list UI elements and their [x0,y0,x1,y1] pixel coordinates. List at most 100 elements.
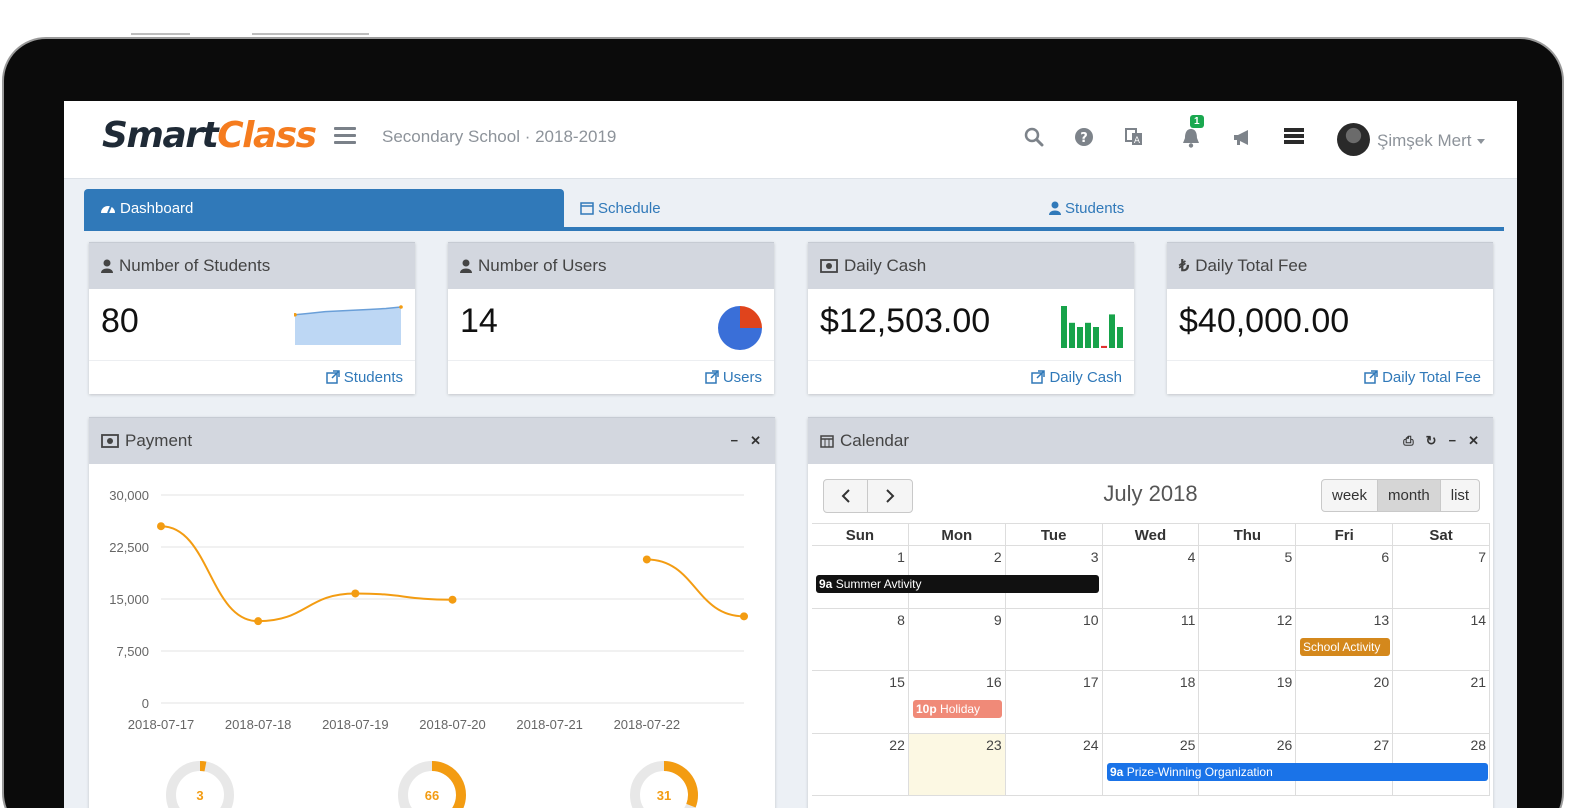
card-header: Daily Cash [808,242,1134,289]
day-cell[interactable]: 19 [1199,671,1297,733]
x-tick-label: 2018-07-22 [614,717,681,732]
weekday-label: Wed [1103,524,1200,545]
calendar-week: 8 9 10 11 12 13 14 School Activity [812,608,1491,671]
calendar-event[interactable]: School Activity [1300,637,1390,656]
view-list-button[interactable]: list [1441,480,1479,511]
server-list-icon[interactable] [1284,127,1306,149]
panel-header: Calendar [808,417,1493,464]
payment-panel: Payment − ✕ 0 7,500 15,000 22,500 30,000 2018… [89,417,775,808]
stat-card-daily-total-fee: ₺ Daily Total Fee $40,000.00 Daily Total… [1167,242,1493,394]
refresh-icon[interactable]: ↻ [1426,433,1437,449]
sparkline-point [399,305,403,309]
top-navbar: SmartClass Secondary School · 2018-2019 … [64,101,1517,179]
calendar-event[interactable]: 9a Prize-Winning Organization [1107,762,1488,781]
weekday-label: Mon [909,524,1006,545]
user-name: Şimşek Mert [1377,131,1472,150]
day-cell[interactable]: 12 [1199,608,1297,670]
user-menu[interactable]: Şimşek Mert [1377,131,1486,151]
user-icon [101,259,113,273]
calendar-event[interactable]: 9a Summer Avtivity [816,575,1099,593]
card-footer-link[interactable]: Students [89,360,415,394]
translate-icon[interactable]: A [1124,127,1146,149]
notification-count-badge: 1 [1190,115,1204,128]
view-week-button[interactable]: week [1322,480,1379,511]
calendar-month-grid: Sun Mon Tue Wed Thu Fri Sat 1 2 3 4 5 6 … [812,523,1491,796]
day-cell[interactable]: 20 [1296,671,1394,733]
day-cell[interactable]: 5 [1199,546,1297,608]
app-logo[interactable]: SmartClass [102,115,317,156]
card-footer-link[interactable]: Users [448,360,774,394]
day-cell[interactable]: 17 [1006,671,1103,733]
announcements-megaphone-icon[interactable] [1232,127,1254,149]
day-cell[interactable]: 8 [812,608,909,670]
day-cell[interactable]: 6 [1296,546,1394,608]
day-cell[interactable]: 18 [1103,671,1200,733]
panel-title: Payment [125,431,193,450]
close-icon[interactable]: ✕ [750,433,761,449]
card-title: Daily Total Fee [1195,256,1308,275]
card-footer-link[interactable]: Daily Total Fee [1167,360,1493,394]
day-cell[interactable]: 21 [1393,671,1491,733]
y-tick-label: 7,500 [116,644,149,659]
panel-header: Payment [89,417,775,464]
link-label: Daily Total Fee [1382,369,1481,386]
logo-part2: Class [217,115,317,156]
tab-schedule[interactable]: Schedule [580,189,880,227]
notifications-bell-icon[interactable] [1181,127,1203,149]
user-avatar[interactable] [1337,123,1370,156]
payment-line-chart: 0 7,500 15,000 22,500 30,000 2018-07-17 2018-0… [109,488,748,732]
minimize-icon[interactable]: − [1449,433,1457,449]
view-month-button[interactable]: month [1378,480,1441,511]
dashboard-gauge-icon [101,205,115,214]
day-cell[interactable]: 24 [1006,733,1103,795]
card-footer-link[interactable]: Daily Cash [808,360,1134,394]
weekday-label: Sun [812,524,909,545]
day-cell[interactable]: 22 [812,733,909,795]
school-year-label: Secondary School · 2018-2019 [382,127,617,146]
day-cell[interactable]: 11 [1103,608,1200,670]
close-icon[interactable]: ✕ [1468,433,1479,449]
tab-label: Students [1065,200,1125,217]
panel-title: Calendar [840,431,909,450]
print-icon[interactable]: ⎙ [1403,433,1413,449]
day-cell[interactable]: 10 [1006,608,1103,670]
svg-text:?: ? [1080,131,1088,146]
stat-value: $40,000.00 [1179,302,1350,340]
external-link-icon [704,370,719,384]
menu-toggle-icon[interactable] [334,127,356,145]
daily-cash-bar-chart [1061,306,1123,348]
help-icon[interactable]: ? [1074,127,1096,149]
weekday-header: Sun Mon Tue Wed Thu Fri Sat [812,523,1491,546]
minimize-icon[interactable]: − [731,433,739,449]
payment-donut-charts: 3 66 31 [166,761,698,808]
calendar-event[interactable]: 10p Holiday [913,700,1002,718]
donut-value: 3 [196,788,203,803]
day-cell[interactable]: 14 [1393,608,1491,670]
weekday-label: Tue [1006,524,1103,545]
y-tick-label: 22,500 [109,540,149,555]
y-tick-label: 30,000 [109,488,149,503]
calendar-week: 1 2 3 4 5 6 7 9a Summer Avtivity [812,546,1491,609]
day-cell[interactable]: 15 [812,671,909,733]
x-tick-label: 2018-07-20 [419,717,486,732]
main-tabs: Dashboard Schedule Students [84,189,1504,231]
card-header: Number of Users [448,242,774,289]
external-link-icon [325,370,340,384]
cash-bar [1101,345,1107,348]
logo-part1: Smart [102,115,219,156]
user-icon [1049,201,1061,215]
external-link-icon [1031,370,1046,384]
series-line [646,558,745,618]
event-title: School Activity [1303,639,1381,654]
data-point [740,612,748,621]
day-cell-today[interactable]: 23 [908,733,1006,795]
day-cell[interactable]: 9 [909,608,1006,670]
calendar-view-switcher: week month list [1321,479,1481,512]
tab-students[interactable]: Students [1049,189,1349,227]
day-cell[interactable]: 7 [1393,546,1491,608]
event-title: Prize-Winning Organization [1126,764,1273,779]
tab-dashboard[interactable]: Dashboard [84,189,564,227]
day-cell[interactable]: 4 [1103,546,1200,608]
search-icon[interactable] [1024,127,1046,149]
weekday-label: Thu [1199,524,1297,545]
